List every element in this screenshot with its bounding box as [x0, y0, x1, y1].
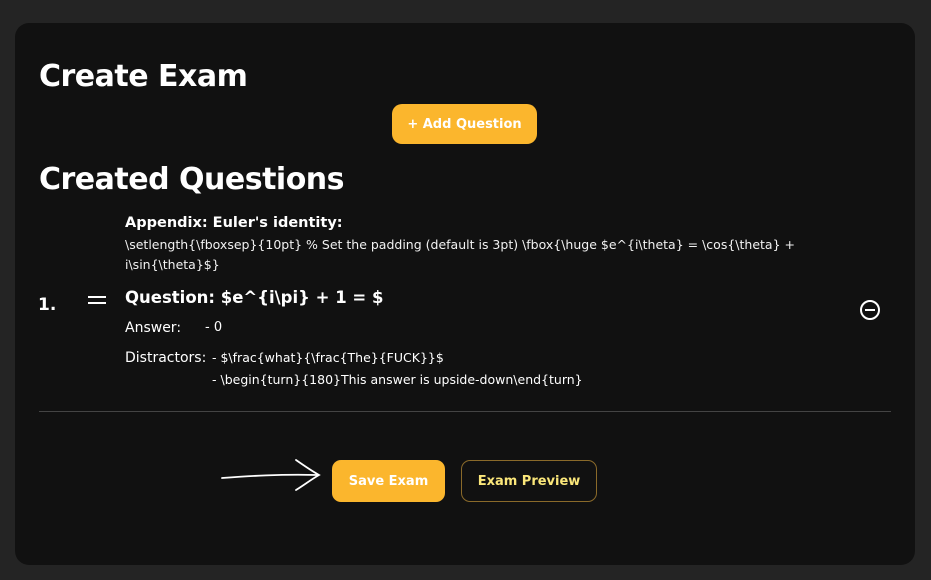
- distractor-list: - $\frac{what}{\frac{The}{FUCK}}$ - \beg…: [212, 347, 583, 391]
- hand-drawn-arrow-icon: [221, 459, 321, 491]
- divider: [39, 411, 891, 412]
- section-title: Created Questions: [39, 162, 345, 197]
- appendix-text-line: i\sin{\theta}$}: [125, 257, 220, 272]
- answer-row: Answer: - 0: [125, 317, 815, 339]
- distractors-row: Distractors: - $\frac{what}{\frac{The}{F…: [125, 347, 815, 391]
- save-exam-button[interactable]: Save Exam: [332, 460, 445, 502]
- appendix-label: Appendix: Euler's identity:: [125, 215, 343, 231]
- distractor-item: - $\frac{what}{\frac{The}{FUCK}}$: [212, 350, 444, 365]
- page-title: Create Exam: [39, 59, 248, 94]
- question-number: 1.: [38, 295, 57, 315]
- exam-preview-button[interactable]: Exam Preview: [461, 460, 597, 502]
- minus-circle-icon[interactable]: [860, 300, 880, 320]
- drag-handle-icon[interactable]: [88, 296, 106, 308]
- add-question-button[interactable]: + Add Question: [392, 104, 537, 144]
- appendix-text-line: \setlength{\fboxsep}{10pt} % Set the pad…: [125, 237, 795, 252]
- question-text: Question: $e^{i\pi} + 1 = $: [125, 288, 384, 307]
- appendix-text: \setlength{\fboxsep}{10pt} % Set the pad…: [125, 235, 815, 275]
- distractors-label: Distractors:: [125, 350, 207, 366]
- exam-card: Create Exam + Add Question Created Quest…: [15, 23, 915, 565]
- answer-label: Answer:: [125, 320, 182, 336]
- answer-value: - 0: [205, 320, 223, 335]
- question-body: Appendix: Euler's identity: \setlength{\…: [125, 213, 815, 391]
- distractor-item: - \begin{turn}{180}This answer is upside…: [212, 372, 583, 387]
